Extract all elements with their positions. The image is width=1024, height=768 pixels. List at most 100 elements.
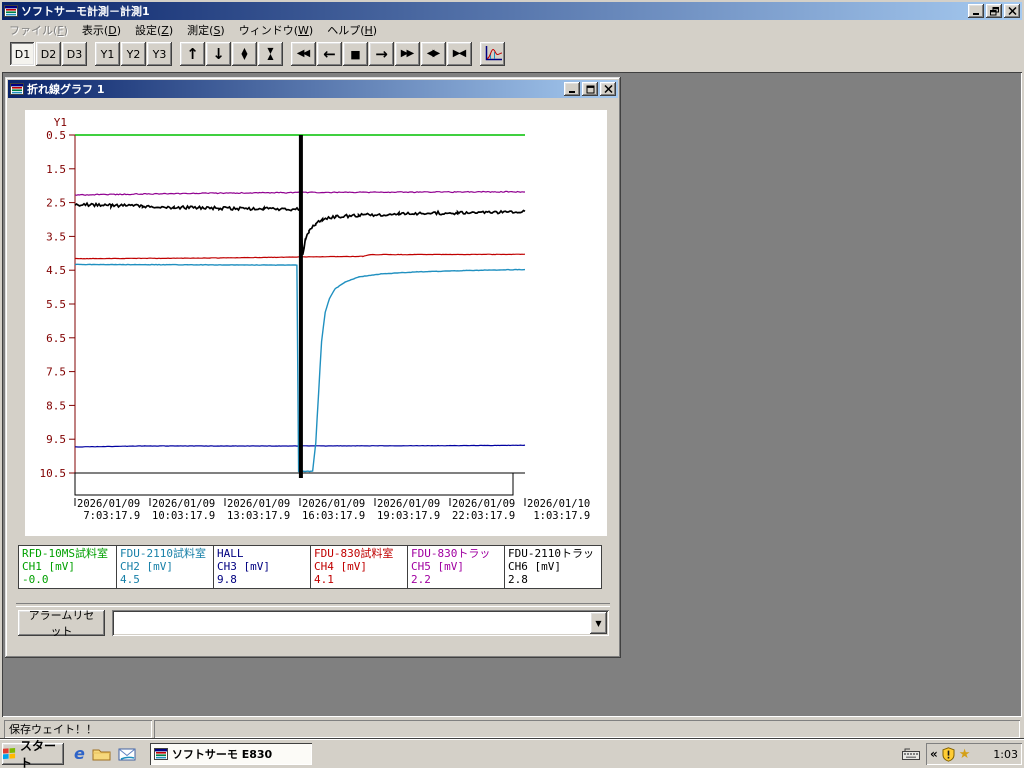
x-tick-time: 22:03:17.9 (452, 510, 515, 522)
x-tick-date: 2026/01/09 (152, 498, 215, 510)
minimize-button[interactable] (968, 4, 984, 18)
x-tick-time: 7:03:17.9 (77, 510, 140, 522)
fast-rewind-button[interactable]: ◀◀ (291, 42, 316, 66)
y-axis-title: Y1 (54, 116, 67, 129)
fast-forward-button[interactable]: ▶▶ (395, 42, 420, 66)
d1-button[interactable]: D1 (10, 42, 35, 66)
channel-legend: RFD-10MS試料室CH1 [mV]-0.0FDU-2110試料室CH2 [m… (18, 545, 602, 589)
compress-horizontal-button[interactable]: ▶◀ (447, 42, 472, 66)
y-tick-label: 0.5 (46, 129, 66, 142)
separator (16, 603, 610, 607)
x-tick-date: 2026/01/09 (377, 498, 440, 510)
d2-button[interactable]: D2 (36, 42, 61, 66)
desktop: { "window": { "title": "ソフトサーモ計測－計測1" },… (0, 0, 1024, 768)
menu-item-s[interactable]: 測定(S) (180, 20, 232, 40)
channel-cell-1: RFD-10MS試料室CH1 [mV]-0.0 (19, 546, 116, 588)
y-tick-label: 6.5 (46, 332, 66, 345)
taskbar-task-button[interactable]: ソフトサーモ E830 (150, 743, 312, 765)
stop-button[interactable]: ■ (343, 42, 368, 66)
status-bar: 保存ウェイト！！ (2, 717, 1022, 740)
task-app-icon (154, 747, 168, 761)
expand-horizontal-icon: ◀▶ (427, 49, 438, 59)
compress-horizontal-icon: ▶◀ (453, 49, 464, 59)
graph-close-button[interactable] (600, 82, 616, 96)
y3-button[interactable]: Y3 (147, 42, 172, 66)
task-label: ソフトサーモ E830 (172, 746, 272, 762)
tray-chevron-icon[interactable]: « (930, 747, 938, 761)
scroll-up-button[interactable]: ↑ (180, 42, 205, 66)
star-icon[interactable]: ★ (959, 748, 971, 761)
x-tick-date: 2026/01/09 (302, 498, 365, 510)
toolbar: D1D2D3 Y1Y2Y3 ↑ ↓ ▲▼ ▼▲ ◀◀ ← ■ → ▶▶ ◀▶ ▶◀ (2, 39, 1022, 75)
expand-horizontal-button[interactable]: ◀▶ (421, 42, 446, 66)
graph-minimize-button[interactable] (564, 82, 580, 96)
x-tick-time: 10:03:17.9 (152, 510, 215, 522)
alarm-combobox[interactable]: ▼ (112, 610, 609, 636)
scroll-down-button[interactable]: ↓ (206, 42, 231, 66)
channel-cell-3: HALLCH3 [mV]9.8 (213, 546, 310, 588)
chart-icon (483, 45, 503, 63)
quick-launch: e (74, 746, 136, 762)
restore-button[interactable] (986, 4, 1002, 18)
x-tick-date: 2026/01/09 (452, 498, 515, 510)
y2-button[interactable]: Y2 (121, 42, 146, 66)
internet-explorer-icon[interactable]: e (74, 746, 85, 762)
security-shield-icon[interactable] (941, 747, 956, 762)
graph-settings-button[interactable] (480, 42, 505, 66)
menu-item-h[interactable]: ヘルプ(H) (320, 20, 384, 40)
status-panel-2 (154, 720, 1020, 738)
y-tick-label: 2.5 (46, 197, 66, 210)
x-axis-box (75, 473, 513, 495)
x-tick-date: 2026/01/10 (527, 498, 590, 510)
y-tick-label: 5.5 (46, 298, 66, 311)
window-title: ソフトサーモ計測－計測1 (21, 3, 966, 19)
start-label: スタート (20, 737, 64, 768)
scroll-up-icon: ↑ (186, 47, 199, 62)
chevron-down-icon: ▼ (595, 619, 601, 628)
alarm-combobox-value (117, 615, 587, 631)
x-tick-date: 2026/01/09 (227, 498, 290, 510)
step-back-icon: ← (323, 47, 336, 62)
status-message: 保存ウェイト！！ (4, 720, 152, 738)
combobox-dropdown-button[interactable]: ▼ (590, 612, 607, 634)
expand-vertical-icon: ▲▼ (241, 48, 247, 60)
y-tick-label: 10.5 (40, 467, 67, 480)
channel-cell-6: FDU-2110トラッCH6 [mV]2.8 (504, 546, 601, 588)
outlook-express-icon[interactable] (118, 747, 136, 761)
y-tick-label: 7.5 (46, 366, 66, 379)
event-spike-marker (299, 135, 303, 478)
channel-cell-4: FDU-830試料室CH4 [mV]4.1 (310, 546, 407, 588)
x-tick-date: 2026/01/09 (77, 498, 140, 510)
y-tick-label: 8.5 (46, 399, 66, 412)
chart-panel: Y10.51.52.53.54.55.56.57.58.59.510.52026… (25, 110, 607, 536)
y-tick-label: 9.5 (46, 433, 66, 446)
y1-button[interactable]: Y1 (95, 42, 120, 66)
step-forward-icon: → (375, 47, 388, 62)
mdi-workspace: 折れ線グラフ 1 Y10.51.52.53.54.55.56.57.58.59.… (2, 72, 1022, 717)
app-icon (4, 4, 18, 18)
graph-client-area: Y10.51.52.53.54.55.56.57.58.59.510.52026… (8, 98, 618, 655)
start-button[interactable]: スタート (2, 743, 64, 765)
line-chart: Y10.51.52.53.54.55.56.57.58.59.510.52026… (25, 110, 607, 536)
folder-icon[interactable] (92, 747, 111, 761)
graph-maximize-button[interactable] (582, 82, 598, 96)
step-back-button[interactable]: ← (317, 42, 342, 66)
windows-logo-icon (2, 747, 17, 761)
menu-item-z[interactable]: 設定(Z) (128, 20, 180, 40)
graph-window: 折れ線グラフ 1 Y10.51.52.53.54.55.56.57.58.59.… (5, 77, 621, 658)
x-tick-time: 13:03:17.9 (227, 510, 290, 522)
menu-item-d[interactable]: 表示(D) (75, 20, 128, 40)
channel-cell-5: FDU-830トラッCH5 [mV]2.2 (407, 546, 504, 588)
keyboard-icon[interactable] (902, 748, 920, 761)
step-forward-button[interactable]: → (369, 42, 394, 66)
channel-cell-2: FDU-2110試料室CH2 [mV]4.5 (116, 546, 213, 588)
taskbar-clock: 1:03 (993, 748, 1018, 761)
alarm-reset-button[interactable]: アラームリセット (18, 610, 105, 636)
compress-vertical-button[interactable]: ▼▲ (258, 42, 283, 66)
d3-button[interactable]: D3 (62, 42, 87, 66)
close-button[interactable] (1004, 4, 1020, 18)
menu-bar: ファイル(F)表示(D)設定(Z)測定(S)ウィンドウ(W)ヘルプ(H) (2, 21, 1022, 39)
menu-item-w[interactable]: ウィンドウ(W) (232, 20, 320, 40)
expand-vertical-button[interactable]: ▲▼ (232, 42, 257, 66)
y-tick-label: 3.5 (46, 230, 66, 243)
